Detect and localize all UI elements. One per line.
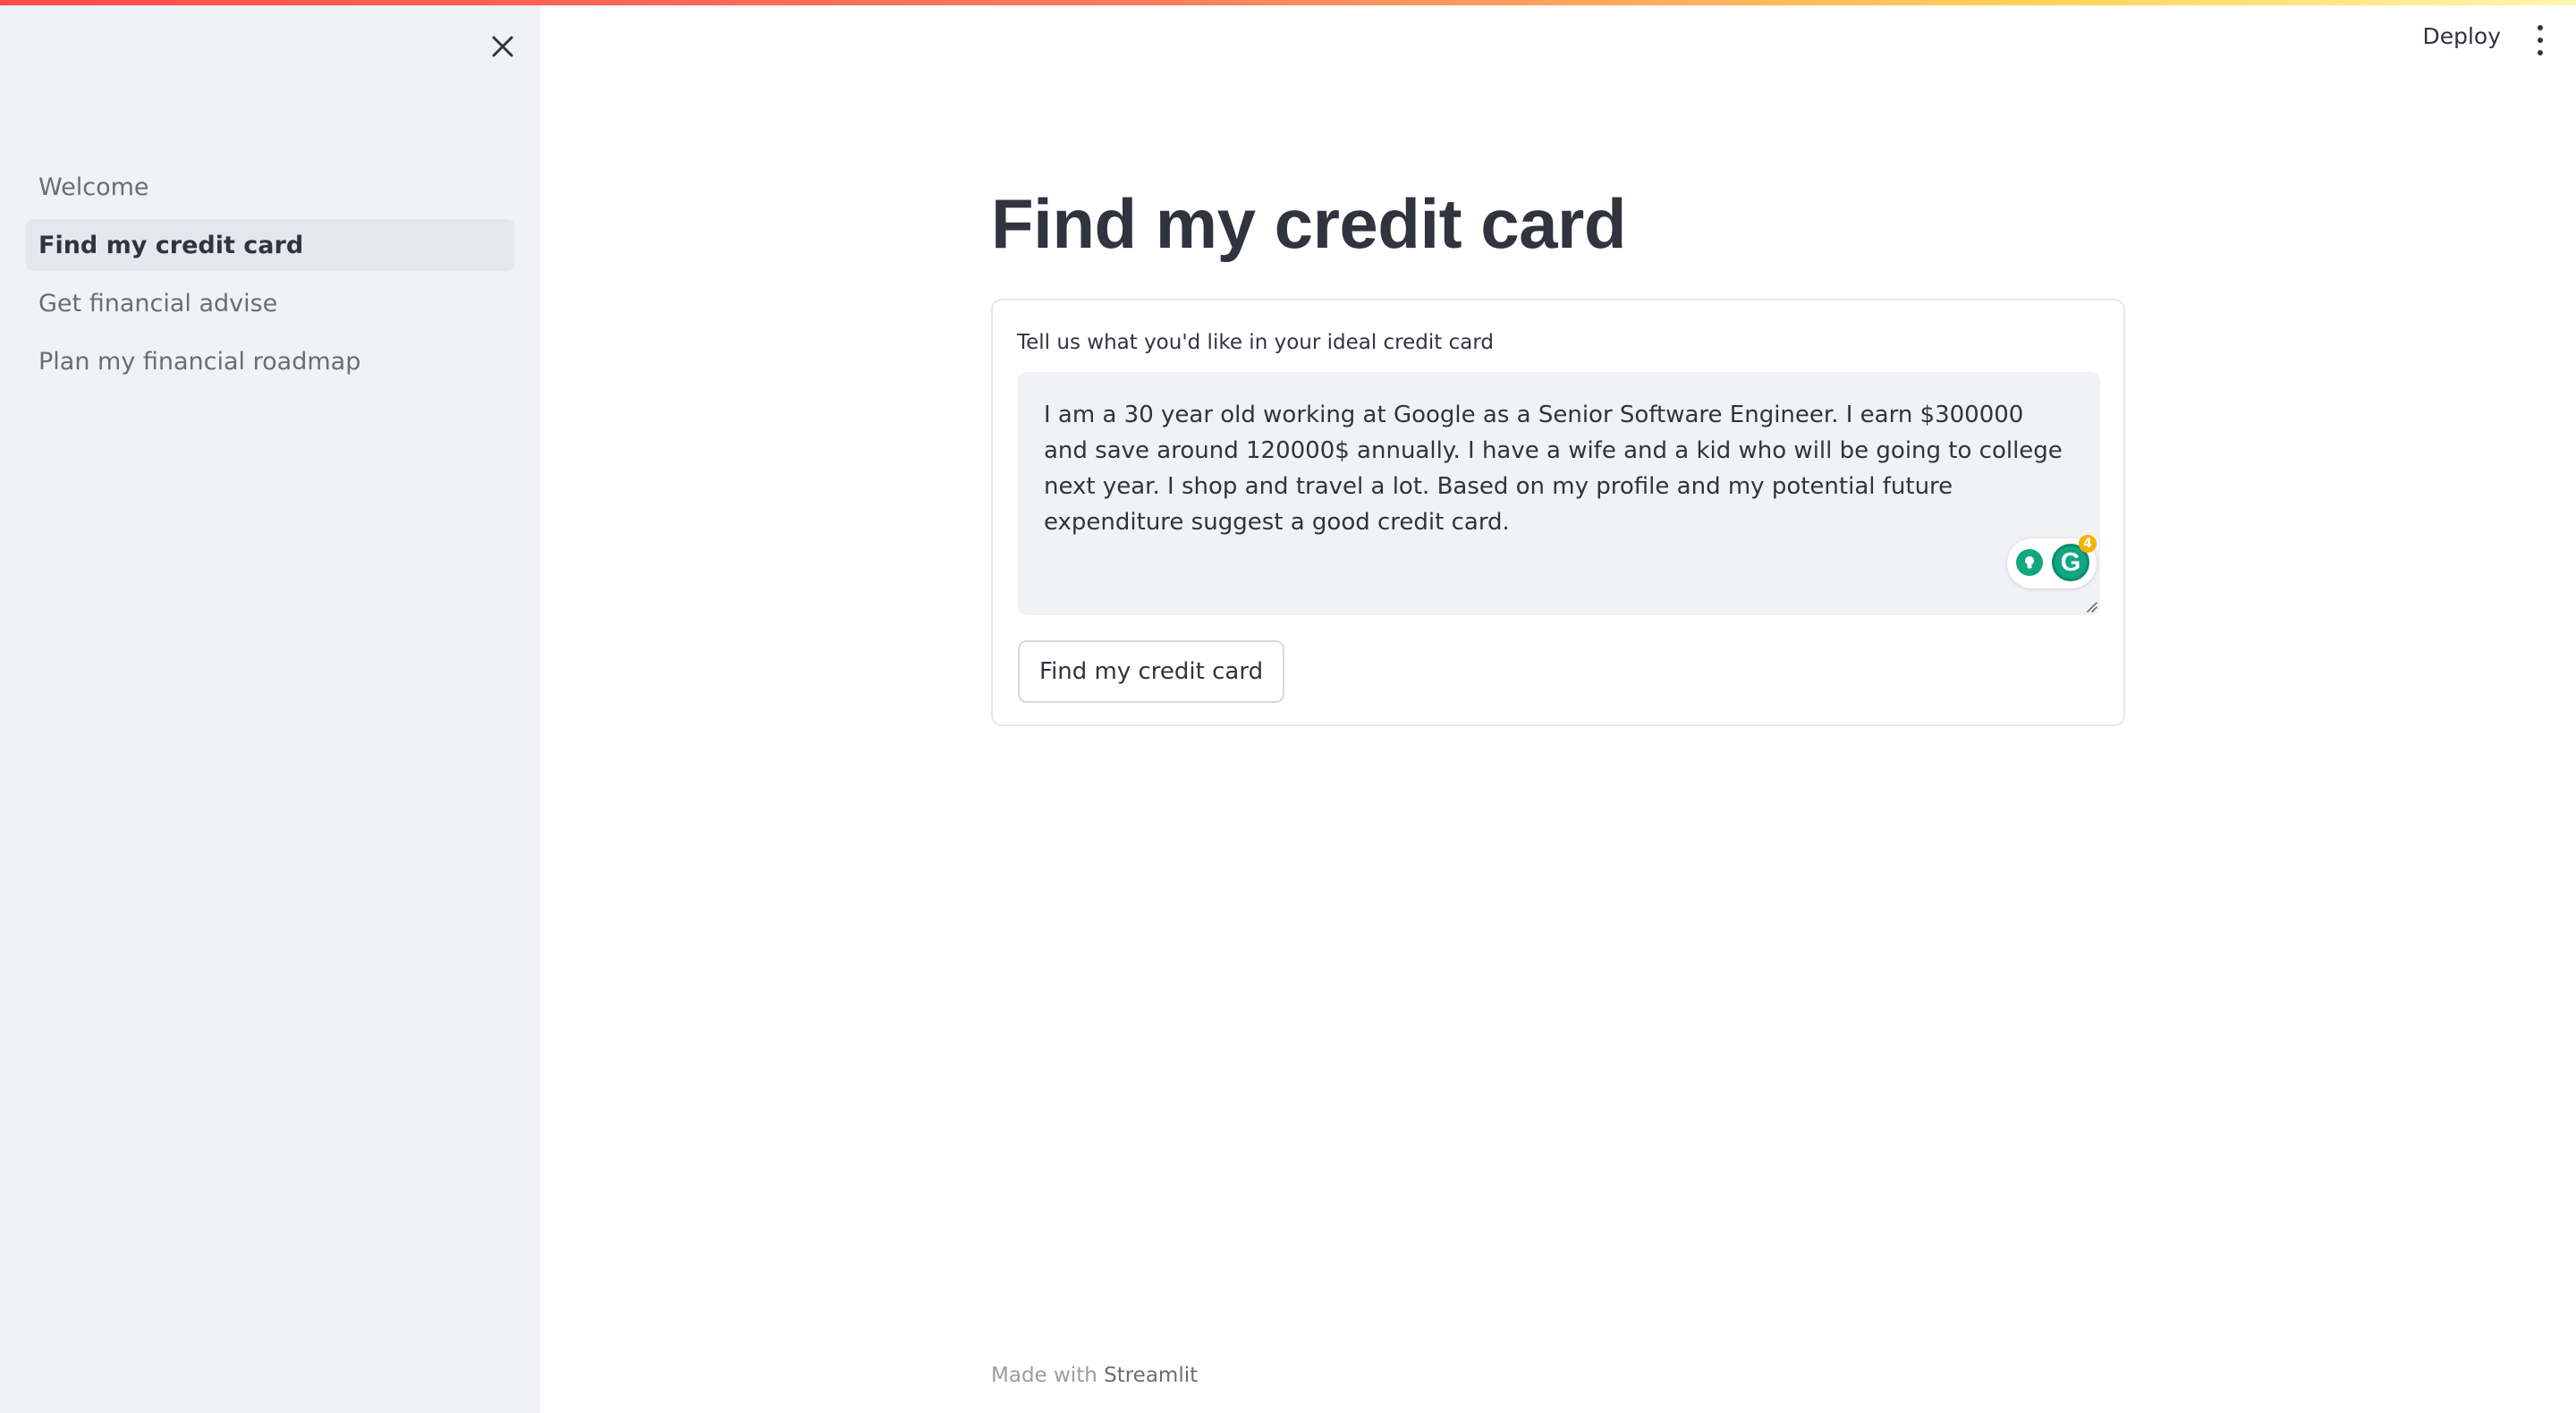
streamlit-link[interactable]: Streamlit: [1104, 1364, 1198, 1387]
textarea-label: Tell us what you'd like in your ideal cr…: [1017, 331, 1494, 354]
resize-handle-icon[interactable]: [2082, 597, 2098, 613]
sidebar-item-label: Welcome: [38, 173, 149, 201]
menu-dot: [2538, 25, 2543, 30]
close-icon: [492, 36, 513, 57]
sidebar-nav: Welcome Find my credit card Get financia…: [26, 161, 514, 393]
top-decoration-bar: [0, 0, 2576, 5]
sidebar: Welcome Find my credit card Get financia…: [0, 0, 540, 1413]
sidebar-item-plan-my-financial-roadmap[interactable]: Plan my financial roadmap: [26, 335, 514, 387]
preferences-textarea[interactable]: I am a 30 year old working at Google as …: [1018, 372, 2100, 615]
page-title: Find my credit card: [991, 184, 1627, 263]
sidebar-item-get-financial-advise[interactable]: Get financial advise: [26, 277, 514, 329]
menu-dot: [2538, 38, 2543, 43]
deploy-button[interactable]: Deploy: [2422, 23, 2501, 49]
menu-dot: [2538, 50, 2543, 55]
sidebar-item-label: Plan my financial roadmap: [38, 347, 361, 376]
grammarly-widget[interactable]: G 4: [2007, 535, 2097, 588]
footer: Made with Streamlit: [991, 1364, 1198, 1387]
sidebar-item-welcome[interactable]: Welcome: [26, 161, 514, 213]
vertical-ellipsis-icon[interactable]: [2531, 25, 2549, 55]
footer-made-with: Made with: [991, 1364, 1097, 1387]
credit-card-form: Tell us what you'd like in your ideal cr…: [991, 299, 2125, 726]
find-my-credit-card-button[interactable]: Find my credit card: [1018, 640, 1285, 703]
lightbulb-icon[interactable]: [2016, 549, 2043, 576]
textarea-value[interactable]: I am a 30 year old working at Google as …: [1044, 397, 2072, 540]
sidebar-item-label: Find my credit card: [38, 231, 304, 259]
sidebar-item-find-my-credit-card[interactable]: Find my credit card: [26, 219, 514, 271]
sidebar-item-label: Get financial advise: [38, 289, 278, 317]
grammarly-count-badge: 4: [2079, 535, 2097, 553]
lightbulb-glyph: [2025, 556, 2034, 569]
close-sidebar-button[interactable]: [483, 27, 522, 66]
